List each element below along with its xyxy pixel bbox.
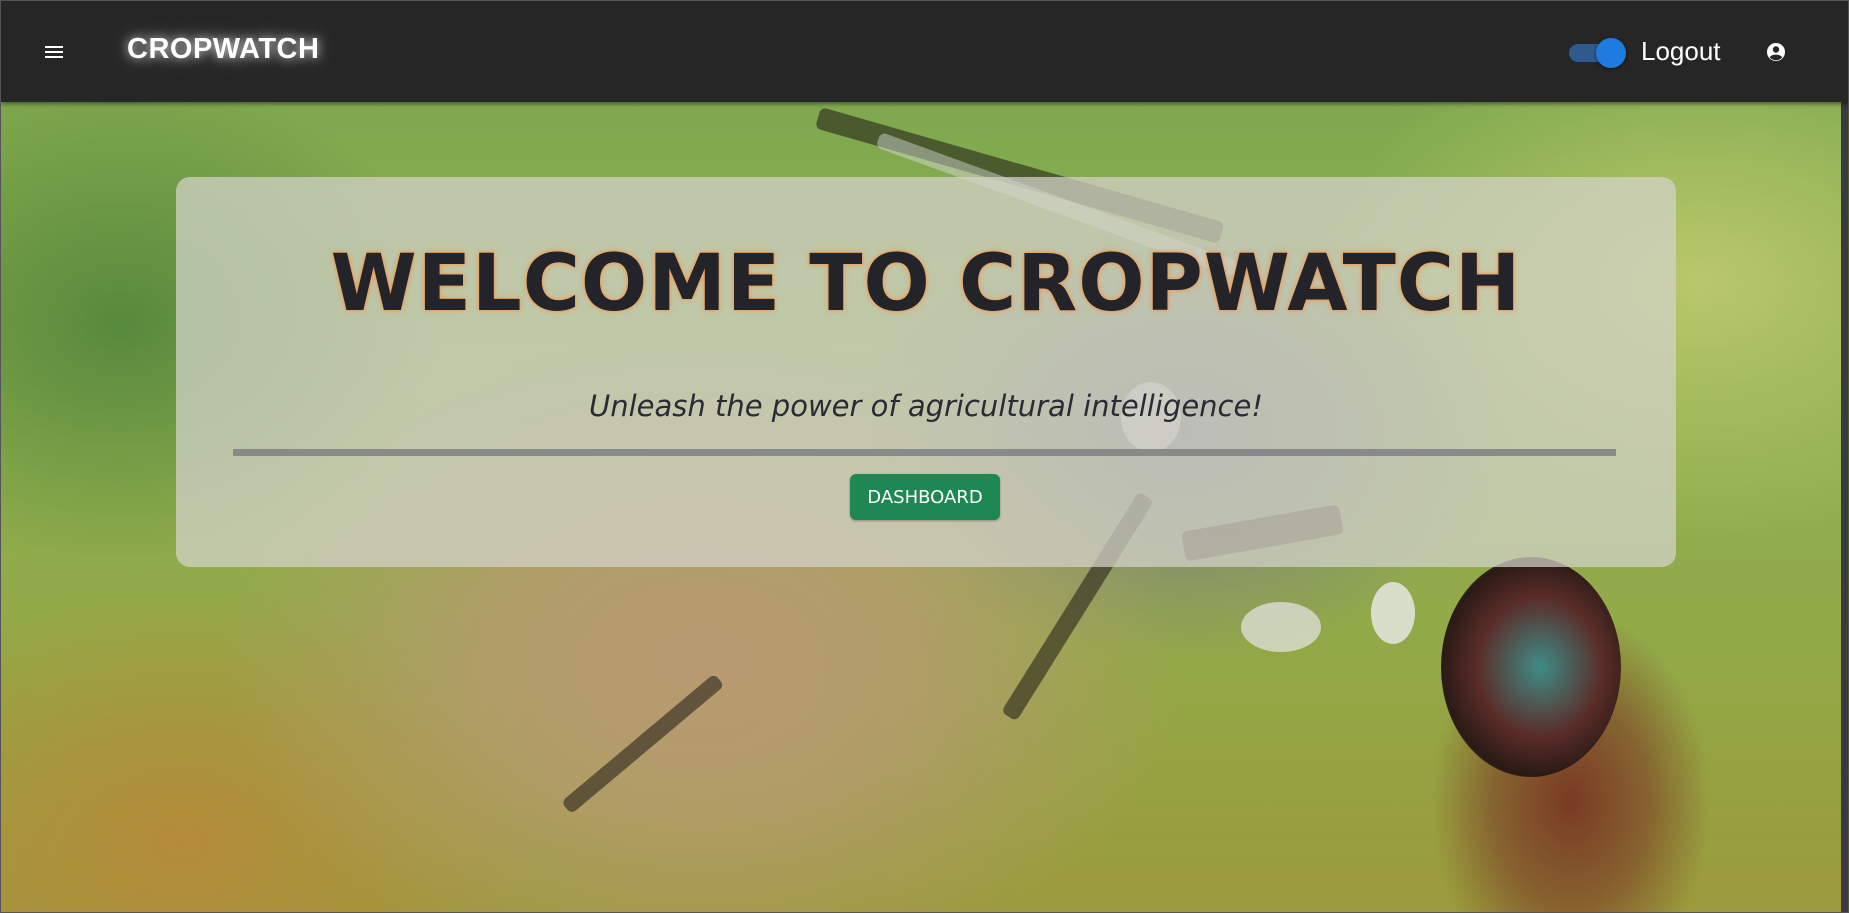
account-button[interactable] [1765, 41, 1787, 63]
menu-button[interactable] [37, 35, 71, 69]
hamburger-menu-icon [45, 46, 63, 58]
welcome-heading: WELCOME TO CROPWATCH [330, 239, 1522, 329]
dashboard-button[interactable]: DASHBOARD [850, 474, 1000, 520]
toggle-thumb [1596, 38, 1626, 68]
app-window: CROPWATCH Logout WELCOME TO CROPWATCH Un… [0, 0, 1849, 913]
divider [233, 449, 1616, 456]
scrollbar[interactable] [1841, 102, 1848, 912]
tagline-text: Unleash the power of agricultural intell… [589, 389, 1263, 423]
brand-title[interactable]: CROPWATCH [127, 33, 319, 66]
logout-button[interactable]: Logout [1641, 36, 1721, 67]
welcome-card: WELCOME TO CROPWATCH Unleash the power o… [176, 177, 1676, 567]
account-circle-icon [1767, 43, 1785, 61]
top-app-bar: CROPWATCH Logout [1, 1, 1848, 102]
theme-toggle[interactable] [1569, 37, 1627, 68]
